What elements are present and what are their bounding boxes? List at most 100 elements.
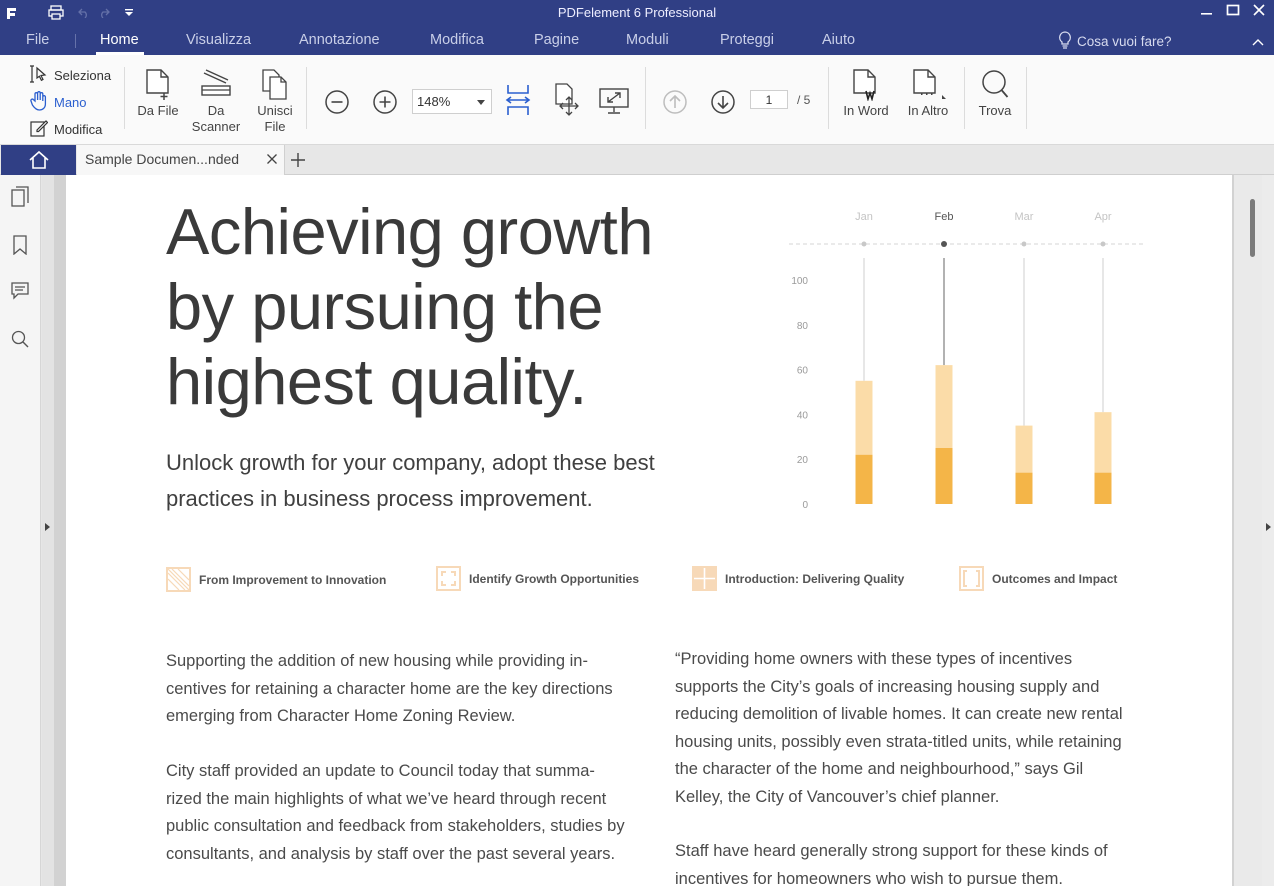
pdf-page: Achieving growth by pursuing the highest… <box>66 175 1232 886</box>
expand-arrow-icon <box>1266 523 1271 531</box>
thumbnails-icon[interactable] <box>11 186 29 213</box>
home-tab[interactable] <box>1 145 76 175</box>
help-search-label: Cosa vuoi fare? <box>1077 34 1172 49</box>
next-page-icon[interactable] <box>710 89 736 120</box>
combine-files-button[interactable]: Unisci File <box>254 69 296 135</box>
find-button[interactable]: Trova <box>974 69 1016 119</box>
section-label: Introduction: Delivering Quality <box>725 571 905 586</box>
full-screen-icon[interactable] <box>598 87 630 120</box>
zoom-value: 148% <box>417 94 451 109</box>
edit-mode-button[interactable]: Modifica <box>30 119 102 140</box>
help-search[interactable]: Cosa vuoi fare? <box>1058 31 1172 52</box>
bar-lower-segment <box>1015 472 1033 504</box>
new-file-icon <box>146 69 169 100</box>
zoom-select[interactable]: 148% <box>412 89 492 114</box>
find-label: Trova <box>978 103 1012 118</box>
y-tick-label: 60 <box>797 366 809 377</box>
minimize-icon[interactable] <box>1200 3 1214 22</box>
combine-files-icon <box>262 69 287 100</box>
tab-visualizza[interactable]: Visualizza <box>186 32 251 48</box>
combine-label-line1: Unisci <box>257 103 293 118</box>
ribbon-separator <box>124 67 125 129</box>
month-marker-dot <box>1100 241 1106 247</box>
lightbulb-icon <box>1058 31 1072 52</box>
fit-width-icon[interactable] <box>504 83 532 122</box>
tab-moduli[interactable]: Moduli <box>626 32 669 48</box>
bar-upper-segment <box>1015 425 1033 473</box>
left-panel-expander[interactable] <box>42 175 54 886</box>
body-paragraph: Supporting the addition of new housing w… <box>166 652 613 725</box>
hand-mode-label: Mano <box>54 95 87 110</box>
month-marker-dot <box>1021 241 1027 247</box>
y-tick-label: 80 <box>797 321 809 332</box>
fit-page-icon[interactable] <box>553 83 581 122</box>
select-mode-label: Seleziona <box>54 68 112 83</box>
bar-lower-segment <box>855 454 873 504</box>
chevron-down-icon <box>477 100 485 105</box>
vertical-scrollbar[interactable] <box>1234 175 1262 886</box>
tab-modifica[interactable]: Modifica <box>430 32 484 48</box>
ribbon-separator <box>1026 67 1027 129</box>
create-from-scanner-button[interactable]: Da Scanner <box>190 69 242 135</box>
x-category-label: Feb <box>935 211 954 223</box>
ribbon-separator <box>964 67 965 129</box>
tab-proteggi[interactable]: Proteggi <box>720 32 774 48</box>
cross-grid-icon <box>692 566 717 591</box>
bookmark-icon[interactable] <box>11 235 29 260</box>
ribbon-separator <box>306 67 307 129</box>
convert-to-other-button[interactable]: In Altro <box>902 69 954 119</box>
document-tab-strip: Sample Documen...nded <box>0 145 1274 175</box>
section-label: Identify Growth Opportunities <box>469 571 639 586</box>
scanner-icon <box>201 69 231 96</box>
expand-arrow-icon <box>45 523 50 531</box>
menu-bar: File Home Visualizza Annotazione Modific… <box>0 25 1274 55</box>
convert-to-word-button[interactable]: In Word <box>840 69 892 119</box>
zoom-out-icon[interactable] <box>324 89 350 120</box>
x-category-label: Mar <box>1015 211 1034 223</box>
close-window-icon[interactable] <box>1252 3 1266 22</box>
bar-upper-segment <box>855 380 873 455</box>
tab-file[interactable]: File <box>26 32 49 48</box>
zoom-in-icon[interactable] <box>372 89 398 120</box>
y-tick-label: 20 <box>797 455 809 466</box>
menu-separator <box>75 34 76 48</box>
bar-lower-segment <box>935 448 953 504</box>
right-panel-expander[interactable] <box>1262 175 1274 886</box>
new-tab-icon[interactable] <box>290 152 306 173</box>
section-improvement-innovation: From Improvement to Innovation <box>166 567 386 592</box>
x-category-label: Jan <box>855 211 873 223</box>
select-mode-button[interactable]: Seleziona <box>30 65 111 86</box>
headline: Achieving growth by pursuing the highest… <box>166 194 726 419</box>
collapse-ribbon-icon[interactable] <box>1252 34 1264 50</box>
hand-mode-button[interactable]: Mano <box>30 91 87 114</box>
side-panel <box>0 175 41 886</box>
section-label: Outcomes and Impact <box>992 571 1118 586</box>
page-number-input[interactable]: 1 <box>750 90 788 109</box>
bar-upper-segment <box>1094 412 1112 473</box>
scrollbar-thumb[interactable] <box>1250 199 1255 257</box>
ribbon: Seleziona Mano Modifica Da File Da Scann… <box>0 55 1274 145</box>
headline-line: by pursuing the <box>166 270 603 343</box>
maximize-icon[interactable] <box>1226 3 1240 22</box>
close-tab-icon[interactable] <box>266 152 278 168</box>
tab-annotazione[interactable]: Annotazione <box>299 32 380 48</box>
combine-label-line2: File <box>264 119 286 134</box>
headline-line: Achieving growth <box>166 195 654 268</box>
scanner-label-line1: Da <box>207 103 225 118</box>
previous-page-icon[interactable] <box>662 89 688 120</box>
month-marker-dot <box>941 241 947 247</box>
bar-upper-segment <box>935 365 953 448</box>
select-cursor-icon <box>30 65 48 86</box>
app-title: PDFelement 6 Professional <box>557 5 717 20</box>
document-viewport[interactable]: Achieving growth by pursuing the highest… <box>54 175 1234 886</box>
edit-pencil-icon <box>30 119 49 140</box>
tab-pagine[interactable]: Pagine <box>534 32 579 48</box>
document-tab[interactable]: Sample Documen...nded <box>77 145 285 175</box>
tab-aiuto[interactable]: Aiuto <box>822 32 855 48</box>
comments-icon[interactable] <box>11 282 29 305</box>
tab-home[interactable]: Home <box>100 32 139 48</box>
bar-lower-segment <box>1094 472 1112 504</box>
create-from-file-label: Da File <box>137 103 179 118</box>
search-panel-icon[interactable] <box>11 330 29 353</box>
create-from-file-button[interactable]: Da File <box>137 69 179 119</box>
